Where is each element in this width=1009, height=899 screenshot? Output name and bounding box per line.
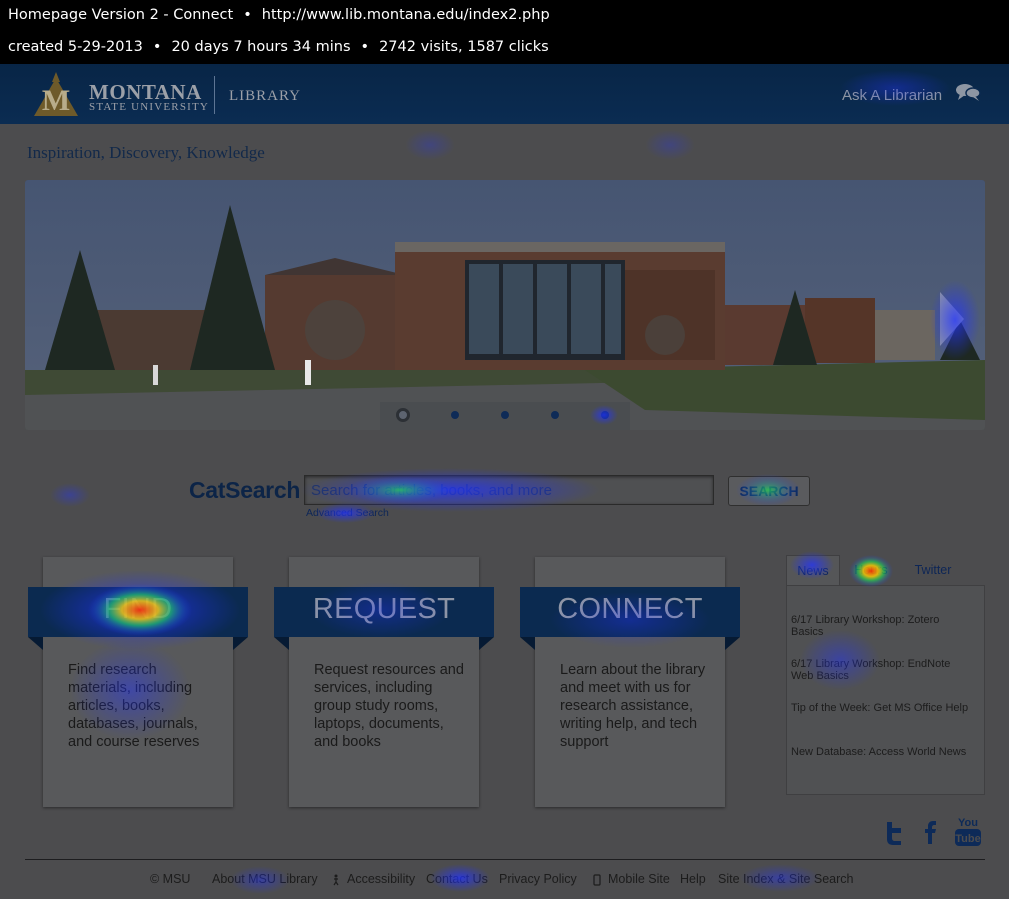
news-item[interactable]: 6/17 Library Workshop: Zotero Basics: [791, 614, 971, 638]
facebook-icon[interactable]: [916, 818, 944, 846]
find-title[interactable]: FIND: [28, 593, 248, 626]
msu-logo-icon[interactable]: M: [30, 72, 82, 116]
footer-contact-link[interactable]: Contact Us: [426, 872, 488, 886]
site-header: M MONTANA STATE UNIVERSITY LIBRARY Ask A…: [0, 64, 1009, 124]
request-description: Request resources and services, includin…: [314, 662, 464, 750]
connect-title[interactable]: CONNECT: [520, 593, 740, 626]
library-building-photo: [25, 180, 985, 430]
footer-divider: [25, 859, 985, 860]
news-item[interactable]: Tip of the Week: Get MS Office Help: [791, 702, 971, 714]
footer-site-index-link[interactable]: Site Index & Site Search: [718, 872, 854, 886]
logo-divider: [214, 76, 215, 114]
ribbon-fold: [520, 637, 535, 650]
advanced-search-link[interactable]: Advanced Search: [306, 507, 389, 519]
svg-text:M: M: [42, 84, 70, 116]
duration: 20 days 7 hours 34 mins: [171, 39, 351, 55]
footer-copyright-link[interactable]: © MSU: [150, 872, 190, 886]
logo-university-text[interactable]: STATE UNIVERSITY: [89, 101, 209, 113]
footer-accessibility-link[interactable]: Accessibility: [347, 872, 415, 886]
accessibility-icon: [333, 874, 339, 886]
hero-carousel[interactable]: [25, 180, 985, 430]
meta-line-2: created 5-29-2013 • 20 days 7 hours 34 min…: [8, 39, 549, 55]
tab-twitter[interactable]: Twitter: [905, 555, 961, 585]
visit-stats: 2742 visits, 1587 clicks: [379, 39, 549, 55]
chat-bubbles-icon[interactable]: [955, 82, 981, 102]
ribbon-fold: [28, 637, 43, 650]
ribbon-fold: [479, 637, 494, 650]
ribbon-fold: [233, 637, 248, 650]
search-button[interactable]: SEARCH: [728, 476, 810, 506]
ask-a-librarian-link[interactable]: Ask A Librarian: [842, 87, 942, 104]
carousel-dot-5[interactable]: [601, 411, 609, 419]
tab-hours[interactable]: Hours: [845, 555, 897, 585]
separator: •: [152, 39, 162, 55]
footer-privacy-link[interactable]: Privacy Policy: [499, 872, 577, 886]
site-tagline: Inspiration, Discovery, Knowledge: [27, 143, 265, 162]
youtube-tube-text: Tube: [955, 833, 980, 845]
twitter-icon[interactable]: [880, 818, 908, 846]
footer-mobile-link[interactable]: Mobile Site: [608, 872, 670, 886]
news-item[interactable]: New Database: Access World News: [791, 746, 971, 758]
meta-line-1: Homepage Version 2 - Connect • http://www.…: [8, 7, 550, 23]
separator: •: [243, 7, 252, 23]
carousel-dot-2[interactable]: [451, 411, 459, 419]
ribbon-fold: [725, 637, 740, 650]
footer-help-link[interactable]: Help: [680, 872, 706, 886]
report-url: http://www.lib.montana.edu/index2.php: [261, 7, 550, 23]
ribbon-fold: [274, 637, 289, 650]
tab-news[interactable]: News: [786, 555, 840, 585]
catsearch-label: CatSearch: [189, 477, 301, 503]
youtube-you-text: You: [958, 817, 978, 829]
report-title: Homepage Version 2 - Connect: [8, 7, 234, 23]
carousel-next-arrow-icon[interactable]: [940, 292, 964, 346]
news-item[interactable]: 6/17 Library Workshop: EndNote Web Basic…: [791, 658, 971, 682]
created-date: created 5-29-2013: [8, 39, 143, 55]
find-description: Find research materials, including artic…: [68, 662, 200, 750]
carousel-dot-4[interactable]: [551, 411, 559, 419]
separator: •: [360, 39, 370, 55]
logo-library-text[interactable]: LIBRARY: [229, 88, 301, 105]
request-title[interactable]: REQUEST: [274, 593, 494, 626]
connect-description: Learn about the library and meet with us…: [560, 662, 706, 750]
search-input[interactable]: [304, 475, 714, 505]
carousel-dot-1[interactable]: [396, 408, 410, 422]
heatmap-info-bar: Homepage Version 2 - Connect • http://www.…: [0, 0, 1009, 64]
footer-about-link[interactable]: About MSU Library: [212, 872, 318, 886]
youtube-icon[interactable]: You Tube: [953, 814, 983, 848]
mobile-phone-icon: [593, 874, 601, 886]
carousel-dot-3[interactable]: [501, 411, 509, 419]
